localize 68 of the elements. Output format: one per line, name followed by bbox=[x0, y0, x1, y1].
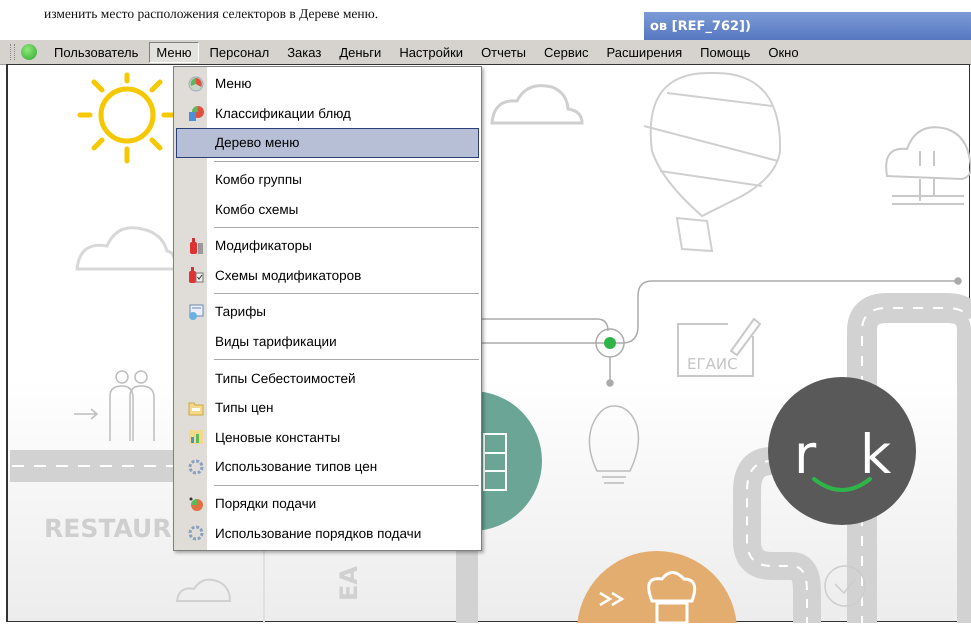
menu-item-label: Меню bbox=[215, 76, 252, 92]
caption-text: изменить место расположения селекторов в Дереве меню. bbox=[43, 6, 380, 23]
menu-item[interactable]: Персонал bbox=[202, 42, 276, 62]
menu-item-label: Ценовые константы bbox=[215, 430, 340, 445]
calendar-clock-icon bbox=[188, 304, 204, 320]
menu-item[interactable]: Ценовые константы bbox=[176, 422, 479, 452]
gear-icon bbox=[188, 458, 204, 475]
bar-chart-document-icon bbox=[188, 429, 204, 446]
menu-item[interactable]: Меню bbox=[176, 69, 479, 99]
menu-item[interactable]: Классификации блюд bbox=[176, 98, 479, 128]
menu-item[interactable]: Окно bbox=[761, 42, 806, 62]
menu-item[interactable]: Пользователь bbox=[47, 42, 146, 62]
menu-item-label: Использование порядков подачи bbox=[215, 526, 422, 541]
menu-item-label: Порядки подачи bbox=[215, 496, 316, 512]
menu-item[interactable]: Порядки подачи bbox=[176, 488, 479, 518]
people-icon bbox=[73, 370, 155, 441]
cloud-network-icon bbox=[885, 126, 971, 205]
menu-item-label: Использование типов цен bbox=[215, 459, 378, 474]
bottle-icon bbox=[188, 238, 204, 254]
menu-item[interactable]: Модификаторы bbox=[176, 230, 479, 261]
menu-item-label: Типы цен bbox=[215, 400, 274, 416]
menu-item[interactable]: Меню bbox=[149, 42, 199, 62]
menu-item[interactable]: Тарифы bbox=[176, 297, 479, 327]
menu-item-label: Комбо группы bbox=[215, 172, 302, 188]
lightbulb-icon bbox=[588, 405, 640, 484]
menu-item[interactable]: Дерево меню bbox=[176, 128, 479, 158]
numbered-pie-icon bbox=[188, 496, 204, 512]
cloud-icon bbox=[176, 578, 231, 602]
gear-icon bbox=[188, 525, 204, 542]
node-dot-icon bbox=[604, 337, 616, 349]
grip-icon bbox=[10, 44, 15, 60]
menu-item[interactable]: Типы Себестоимостей bbox=[176, 363, 479, 393]
logo-letter: k bbox=[860, 423, 892, 486]
menu-item[interactable]: Использование порядков подачи bbox=[176, 518, 479, 548]
pie-document-icon bbox=[188, 105, 204, 122]
status-dot-icon bbox=[21, 44, 37, 60]
menu-item[interactable]: Комбо схемы bbox=[176, 194, 479, 224]
menu-item[interactable]: Комбо группы bbox=[176, 164, 479, 194]
menu-item[interactable]: Типы цен bbox=[176, 392, 479, 423]
hot-air-balloon-icon bbox=[644, 72, 781, 252]
document-pencil-icon bbox=[677, 318, 762, 377]
folder-icon bbox=[188, 400, 204, 416]
menu-item[interactable]: Отчеты bbox=[474, 42, 533, 62]
menu-item[interactable]: Схемы модификаторов bbox=[176, 260, 479, 290]
menu-item-label: Модификаторы bbox=[215, 238, 312, 254]
egais-label: ЕГАИС bbox=[687, 355, 738, 373]
pie-chart-icon bbox=[188, 76, 204, 92]
check-circle-icon bbox=[824, 565, 866, 607]
menu-item[interactable]: Помощь bbox=[693, 42, 758, 62]
window-title: ов [REF_762]) bbox=[649, 18, 751, 34]
menu-item-label: Тарифы bbox=[215, 304, 266, 320]
menu-item[interactable]: Деньги bbox=[332, 42, 388, 62]
bottle-document-icon bbox=[188, 267, 204, 284]
menu-item-label: Типы Себестоимостей bbox=[215, 370, 356, 386]
menu-item-label: Классификации блюд bbox=[215, 106, 351, 121]
menu-item[interactable]: Сервис bbox=[537, 42, 596, 62]
menu-item[interactable]: Виды тарификации bbox=[176, 326, 479, 356]
menu-item-label: Комбо схемы bbox=[215, 202, 298, 217]
menu-item-label: Виды тарификации bbox=[215, 334, 337, 350]
menu-item[interactable]: Настройки bbox=[392, 42, 470, 62]
smile-icon bbox=[812, 477, 872, 492]
logo-letter: r bbox=[794, 423, 816, 486]
menu-item-label: Дерево меню bbox=[215, 135, 300, 150]
menu-item[interactable]: Использование типов цен bbox=[176, 452, 479, 482]
menu-item[interactable]: Заказ bbox=[280, 42, 328, 62]
menu-item[interactable]: Расширения bbox=[600, 42, 690, 62]
cloud-icon bbox=[490, 84, 584, 124]
menu-item-label: Схемы модификаторов bbox=[215, 268, 362, 283]
